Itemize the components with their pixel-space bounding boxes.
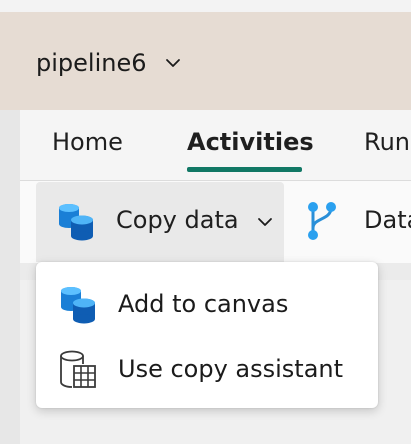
tab-home[interactable]: Home <box>52 128 123 156</box>
data-toolbar-label[interactable]: Data <box>364 206 411 234</box>
window-top-strip <box>0 0 411 12</box>
pipeline-name-dropdown[interactable]: pipeline6 <box>36 49 182 77</box>
copy-data-icon <box>61 287 95 324</box>
left-gutter <box>0 110 20 444</box>
menu-item-label: Add to canvas <box>118 290 289 318</box>
tab-run[interactable]: Run <box>364 128 410 156</box>
copy-data-menu: Add to canvas Use copy assistant <box>36 262 378 408</box>
chevron-down-icon <box>258 218 272 226</box>
copy-assistant-icon <box>60 350 96 388</box>
active-tab-indicator <box>187 167 302 172</box>
pipeline-name: pipeline6 <box>36 49 147 77</box>
tab-activities[interactable]: Activities <box>187 128 314 156</box>
copy-data-icon <box>59 204 93 241</box>
data-branch-icon[interactable] <box>303 200 341 242</box>
menu-item-add-to-canvas[interactable]: Add to canvas <box>36 272 378 338</box>
chevron-down-icon <box>166 59 181 67</box>
menu-item-label: Use copy assistant <box>118 355 344 383</box>
copy-data-label: Copy data <box>116 206 239 234</box>
menu-item-use-copy-assistant[interactable]: Use copy assistant <box>36 338 378 404</box>
